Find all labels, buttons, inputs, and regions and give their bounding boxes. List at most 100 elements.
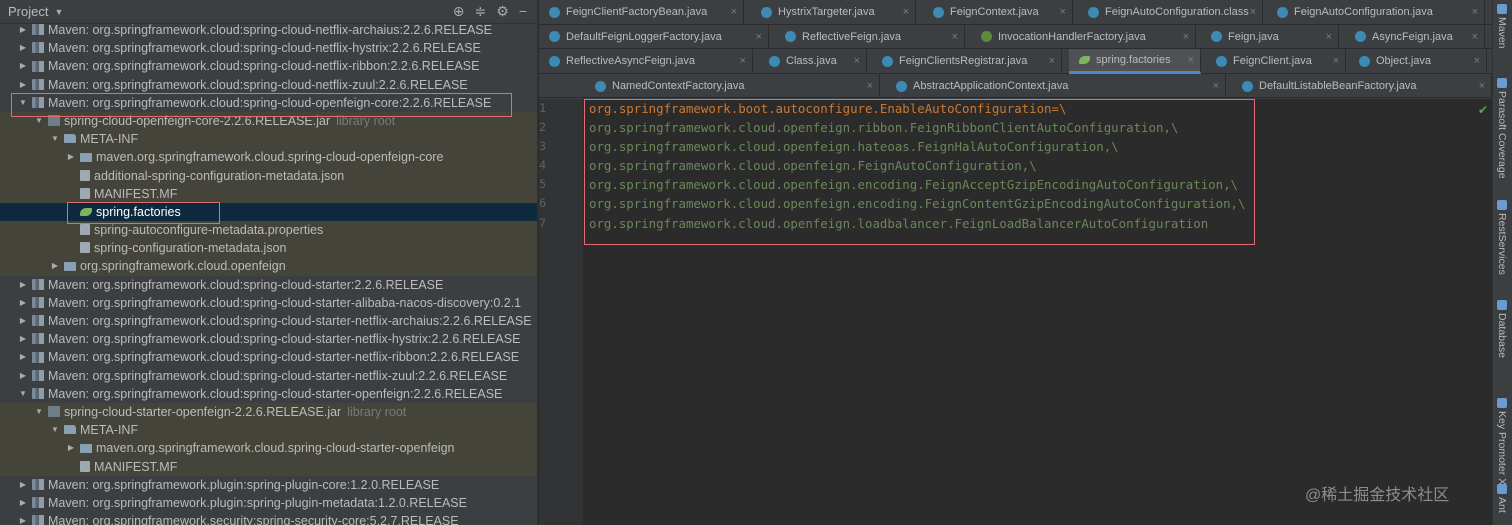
collapse-arrow-icon[interactable]: ▶ — [18, 476, 28, 494]
collapse-arrow-icon[interactable]: ▶ — [18, 367, 28, 385]
close-icon[interactable]: × — [740, 55, 746, 67]
tree-row[interactable]: ▶ Maven: org.springframework.cloud:spring… — [0, 294, 537, 312]
editor-tab[interactable]: ReflectiveFeign.java × — [775, 24, 965, 50]
editor-tab[interactable]: HystrixTargeter.java × — [751, 0, 916, 25]
close-icon[interactable]: × — [1472, 31, 1478, 43]
editor-tab[interactable]: AbstractApplicationContext.java × — [886, 73, 1226, 99]
expand-arrow-icon[interactable]: ▼ — [34, 112, 44, 130]
editor-tab[interactable]: Feign.java × — [1201, 24, 1339, 50]
gear-icon[interactable]: ⚙ — [496, 3, 509, 20]
close-icon[interactable]: × — [1472, 6, 1478, 18]
editor-tab[interactable]: FeignAutoConfiguration.class × — [1078, 0, 1263, 25]
tree-row[interactable]: ▶ Maven: org.springframework.plugin:sprin… — [0, 494, 537, 512]
close-icon[interactable]: × — [867, 80, 873, 92]
close-icon[interactable]: × — [1213, 80, 1219, 92]
collapse-arrow-icon[interactable]: ▶ — [50, 257, 60, 275]
tool-window-key[interactable]: Key Promoter X — [1496, 398, 1508, 485]
collapse-arrow-icon[interactable]: ▶ — [66, 439, 76, 457]
tree-row[interactable]: ▼ spring-cloud-starter-openfeign-2.2.6.RE… — [0, 402, 537, 422]
collapse-arrow-icon[interactable]: ▶ — [18, 348, 28, 366]
chevron-down-icon[interactable]: ▼ — [54, 7, 63, 17]
expand-arrow-icon[interactable]: ▼ — [50, 130, 60, 148]
tree-row[interactable]: MANIFEST.MF — [0, 184, 537, 203]
editor-tab[interactable]: Object.java × — [1349, 49, 1487, 74]
hide-icon[interactable]: − — [519, 3, 527, 20]
collapse-arrow-icon[interactable]: ▶ — [18, 312, 28, 330]
tree-row[interactable]: ▶ Maven: org.springframework.cloud:spring… — [0, 57, 537, 75]
tool-window-database[interactable]: Database — [1496, 300, 1508, 358]
tree-row[interactable]: ▶ Maven: org.springframework.cloud:spring… — [0, 276, 537, 294]
tree-row[interactable]: ▶ Maven: org.springframework.cloud:spring… — [0, 367, 537, 385]
tree-row[interactable]: ▼ spring-cloud-openfeign-core-2.2.6.RELEA… — [0, 111, 537, 131]
expand-arrow-icon[interactable]: ▼ — [34, 403, 44, 421]
tree-row[interactable]: ▶ org.springframework.cloud.openfeign — [0, 257, 537, 276]
close-icon[interactable]: × — [1333, 55, 1339, 67]
collapse-arrow-icon[interactable]: ▶ — [18, 494, 28, 512]
tree-row[interactable]: ▶ Maven: org.springframework.cloud:spring… — [0, 39, 537, 57]
tree-row[interactable]: ▶ Maven: org.springframework.security:spr… — [0, 512, 537, 525]
tree-row[interactable]: ▶ Maven: org.springframework.plugin:sprin… — [0, 476, 537, 494]
tree-row[interactable]: additional-spring-configuration-metadata… — [0, 166, 537, 185]
collapse-arrow-icon[interactable]: ▶ — [18, 39, 28, 57]
close-icon[interactable]: × — [854, 55, 860, 67]
collapse-arrow-icon[interactable]: ▶ — [18, 76, 28, 94]
editor-tab[interactable]: InvocationHandlerFactory.java × — [971, 24, 1196, 50]
collapse-arrow-icon[interactable]: ▶ — [18, 276, 28, 294]
expand-arrow-icon[interactable]: ▼ — [18, 94, 28, 112]
editor-tab[interactable]: ReflectiveAsyncFeign.java × — [539, 49, 753, 74]
close-icon[interactable]: × — [1250, 6, 1256, 18]
tree-row[interactable]: MANIFEST.MF — [0, 457, 537, 476]
collapse-arrow-icon[interactable]: ▶ — [18, 330, 28, 348]
tree-row[interactable]: ▼ META-INF — [0, 421, 537, 440]
editor-tab[interactable]: FeignClientFactoryBean.java × — [539, 0, 744, 25]
collapse-arrow-icon[interactable]: ▶ — [18, 57, 28, 75]
tree-row[interactable]: ▶ Maven: org.springframework.cloud:spring… — [0, 76, 537, 94]
tree-row[interactable]: spring-configuration-metadata.json — [0, 239, 537, 258]
editor-tab[interactable]: FeignClient.java × — [1206, 49, 1346, 74]
close-icon[interactable]: × — [1183, 31, 1189, 43]
editor-tab[interactable]: NamedContextFactory.java × — [585, 73, 880, 99]
expand-arrow-icon[interactable]: ▼ — [50, 421, 60, 439]
close-icon[interactable]: × — [1049, 55, 1055, 67]
collapse-arrow-icon[interactable]: ▶ — [18, 512, 28, 525]
close-icon[interactable]: × — [1479, 80, 1485, 92]
tree-row[interactable]: ▼ META-INF — [0, 130, 537, 149]
tree-row[interactable]: ▼ Maven: org.springframework.cloud:spring… — [0, 94, 537, 112]
collapse-arrow-icon[interactable]: ▶ — [18, 21, 28, 39]
tree-row[interactable]: ▶ maven.org.springframework.cloud.spring-… — [0, 439, 537, 458]
close-icon[interactable]: × — [952, 31, 958, 43]
tool-window-rest[interactable]: RestServices — [1496, 200, 1508, 275]
collapse-icon[interactable]: ≑ — [475, 3, 487, 20]
project-title[interactable]: Project — [8, 4, 48, 19]
collapse-arrow-icon[interactable]: ▶ — [66, 148, 76, 166]
tool-window-ant[interactable]: Ant — [1496, 484, 1508, 513]
editor-tab[interactable]: FeignClientsRegistrar.java × — [872, 49, 1062, 74]
collapse-arrow-icon[interactable]: ▶ — [18, 294, 28, 312]
target-icon[interactable]: ⊕ — [453, 3, 465, 20]
close-icon[interactable]: × — [1474, 55, 1480, 67]
tree-row[interactable]: ▶ Maven: org.springframework.cloud:spring… — [0, 348, 537, 366]
tree-row[interactable]: ▶ Maven: org.springframework.cloud:spring… — [0, 330, 537, 348]
expand-arrow-icon[interactable]: ▼ — [18, 385, 28, 403]
editor-tab[interactable]: spring.factories × — [1069, 49, 1201, 74]
tool-window-coverage[interactable]: Parasoft Coverage — [1496, 78, 1508, 179]
editor-tab[interactable]: AsyncFeign.java × — [1345, 24, 1485, 50]
code-editor[interactable]: org.springframework.boot.autoconfigure.E… — [584, 99, 1492, 525]
tree-row[interactable]: spring-autoconfigure-metadata.properties — [0, 221, 537, 240]
editor-tab[interactable]: DefaultFeignLoggerFactory.java × — [539, 24, 769, 50]
tree-row[interactable]: ▼ Maven: org.springframework.cloud:spring… — [0, 385, 537, 403]
tool-window-maven[interactable]: Maven — [1496, 4, 1508, 49]
close-icon[interactable]: × — [1060, 6, 1066, 18]
editor-tab[interactable]: FeignAutoConfiguration.java × — [1267, 0, 1485, 25]
close-icon[interactable]: × — [756, 31, 762, 43]
editor-tab[interactable]: DefaultListableBeanFactory.java × — [1232, 73, 1492, 99]
tree-row[interactable]: ▶ maven.org.springframework.cloud.spring-… — [0, 148, 537, 167]
editor-tab[interactable]: FeignContext.java × — [923, 0, 1073, 25]
tree-row[interactable]: ▶ Maven: org.springframework.cloud:spring… — [0, 21, 537, 39]
close-icon[interactable]: × — [1326, 31, 1332, 43]
close-icon[interactable]: × — [903, 6, 909, 18]
editor-tab[interactable]: Class.java × — [759, 49, 867, 74]
tree-row[interactable]: spring.factories — [0, 202, 537, 222]
close-icon[interactable]: × — [731, 6, 737, 18]
tree-row[interactable]: ▶ Maven: org.springframework.cloud:spring… — [0, 312, 537, 330]
